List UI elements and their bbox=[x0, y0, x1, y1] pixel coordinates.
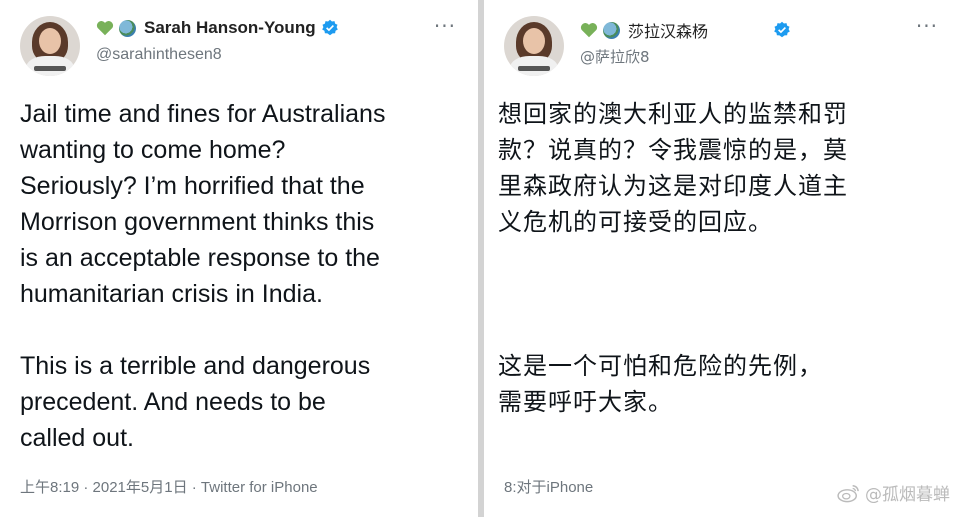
display-name[interactable]: Sarah Hanson-Young bbox=[144, 18, 316, 38]
tweet-header: 莎拉汉森杨 @萨拉欣8 ··· bbox=[504, 14, 946, 76]
tweet-header: Sarah Hanson-Young @sarahinthesen8 ··· bbox=[20, 14, 464, 76]
handle[interactable]: @sarahinthesen8 bbox=[96, 46, 222, 64]
verified-badge-icon bbox=[321, 19, 338, 36]
avatar[interactable] bbox=[20, 16, 80, 76]
watermark-text: @孤烟暮蝉 bbox=[865, 485, 950, 505]
globe-icon bbox=[603, 21, 620, 39]
display-name[interactable]: 莎拉汉森杨 bbox=[628, 18, 708, 42]
globe-icon bbox=[119, 19, 136, 37]
right-tweet-card: 莎拉汉森杨 @萨拉欣8 ··· 想回家的澳大利亚人的监禁和罚 款？说真的？令我震… bbox=[484, 0, 960, 517]
avatar[interactable] bbox=[504, 16, 564, 76]
verified-badge-icon bbox=[774, 21, 790, 38]
more-options-icon[interactable]: ··· bbox=[916, 14, 938, 38]
left-tweet-card: Sarah Hanson-Young @sarahinthesen8 ··· J… bbox=[0, 0, 478, 517]
tweet-timestamp[interactable]: 8:对于iPhone bbox=[504, 476, 593, 497]
green-heart-icon bbox=[580, 23, 598, 38]
name-row: Sarah Hanson-Young bbox=[96, 18, 339, 38]
weibo-logo-icon bbox=[837, 484, 859, 502]
tweet-timestamp[interactable]: 上午8:19 · 2021年5月1日 · Twitter for iPhone bbox=[20, 476, 318, 497]
name-row: 莎拉汉森杨 bbox=[580, 18, 791, 42]
tweet-text: Jail time and fines for Australians want… bbox=[20, 100, 386, 452]
tweet-text: 想回家的澳大利亚人的监禁和罚 款？说真的？令我震惊的是，莫 里森政府认为这是对印… bbox=[498, 100, 848, 416]
more-options-icon[interactable]: ··· bbox=[434, 14, 456, 38]
handle[interactable]: @萨拉欣8 bbox=[580, 46, 650, 67]
green-heart-icon bbox=[96, 21, 114, 36]
watermark: @孤烟暮蝉 bbox=[837, 480, 950, 505]
